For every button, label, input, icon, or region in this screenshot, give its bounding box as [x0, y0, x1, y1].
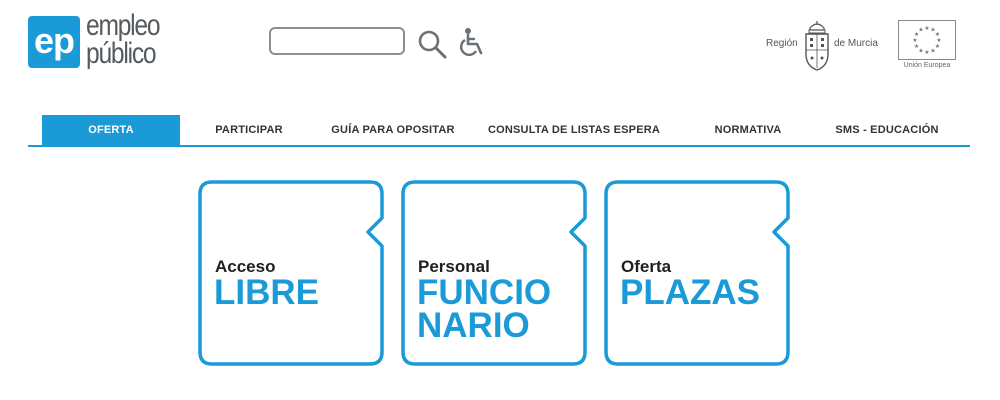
logo-wordmark: empleo público — [86, 9, 161, 70]
card-title-line-1: FUNCIO — [417, 273, 552, 312]
eu-star: ★ — [930, 47, 935, 54]
nav-item-consulta-listas-espera[interactable]: CONSULTA DE LISTAS ESPERA — [479, 115, 669, 145]
card-title-line-1: PLAZAS — [620, 273, 760, 312]
card-title-line-2: NARIO — [417, 306, 530, 345]
eu-flag-icon: ★ ★ ★ ★ ★ ★ ★ ★ ★ ★ ★ ★ — [898, 20, 956, 60]
nav-item-sms-educacion[interactable]: SMS - EDUCACIÓN — [822, 115, 952, 145]
card-title: FUNCIO NARIO — [417, 273, 552, 345]
card-oferta-plazas[interactable]: Oferta PLAZAS — [604, 180, 790, 366]
eu-logo[interactable]: ★ ★ ★ ★ ★ ★ ★ ★ ★ ★ ★ ★ Unión Europea — [896, 20, 958, 74]
eu-star: ★ — [924, 25, 929, 32]
nav-item-guia-para-opositar[interactable]: GUÍA PARA OPOSITAR — [318, 115, 468, 145]
empleo-publico-logo[interactable]: ep empleo público — [28, 9, 208, 74]
eu-star: ★ — [924, 49, 929, 56]
card-title-line-1: LIBRE — [214, 273, 319, 312]
eu-star: ★ — [935, 31, 940, 38]
eu-star: ★ — [918, 27, 923, 34]
nav-item-oferta[interactable]: OFERTA — [42, 115, 180, 145]
logo-line-2: público — [86, 37, 157, 70]
nav-item-participar[interactable]: PARTICIPAR — [194, 115, 304, 145]
region-label-left: Región — [766, 38, 798, 49]
page: ep empleo público Región de Murcia ★ ★ ★… — [0, 0, 1000, 400]
card-title: LIBRE — [214, 273, 319, 312]
search-input[interactable] — [269, 27, 405, 55]
eu-star: ★ — [914, 43, 919, 50]
logo-badge: ep — [28, 16, 80, 68]
eu-star: ★ — [936, 37, 941, 44]
wheelchair-icon[interactable] — [456, 27, 488, 59]
main-nav: OFERTA PARTICIPAR GUÍA PARA OPOSITAR CON… — [28, 115, 970, 147]
nav-item-normativa[interactable]: NORMATIVA — [694, 115, 802, 145]
region-murcia-logo[interactable]: Región de Murcia — [762, 20, 890, 72]
card-acceso-libre[interactable]: Acceso LIBRE — [198, 180, 384, 366]
eu-caption: Unión Europea — [903, 62, 951, 69]
search-icon[interactable] — [416, 28, 448, 60]
card-title: PLAZAS — [620, 273, 760, 312]
logo-line-1: empleo — [86, 9, 161, 42]
card-personal-funcionario[interactable]: Personal FUNCIO NARIO — [401, 180, 587, 366]
coat-of-arms-icon — [802, 20, 832, 72]
eu-star: ★ — [912, 37, 917, 44]
region-label-right: de Murcia — [834, 38, 878, 49]
